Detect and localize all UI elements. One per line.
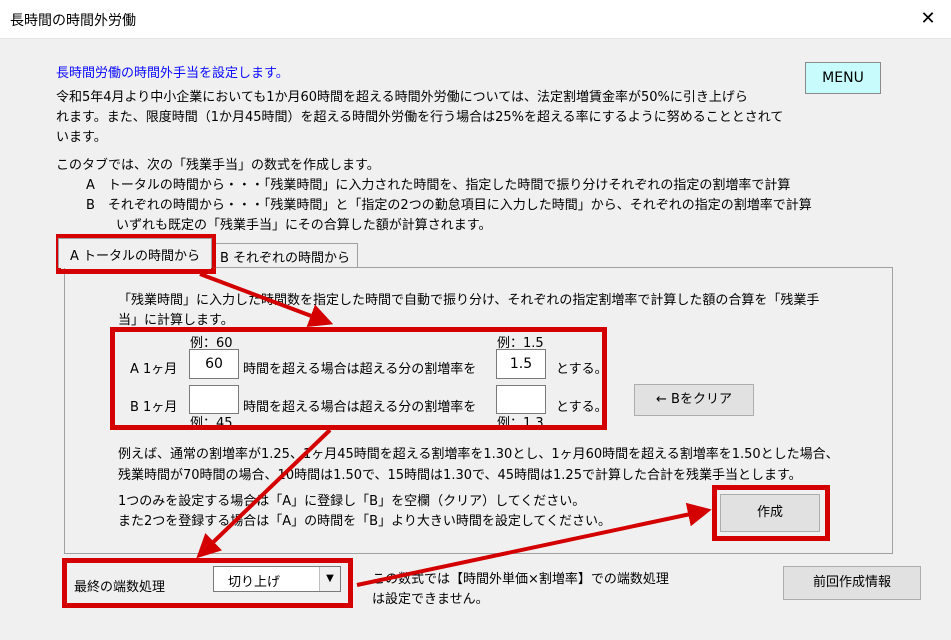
dialog-window: 長時間の時間外労働 ✕ 長時間労働の時間外手当を設定します。 令和5年4月より中…	[0, 0, 951, 640]
arrow-rounding-to-create	[356, 502, 712, 587]
arrow-settings-to-rounding	[196, 428, 332, 559]
annotation-arrows	[196, 272, 712, 587]
arrow-tab-to-settings	[199, 272, 334, 327]
tab-a-total[interactable]: A トータルの時間から	[58, 238, 212, 268]
